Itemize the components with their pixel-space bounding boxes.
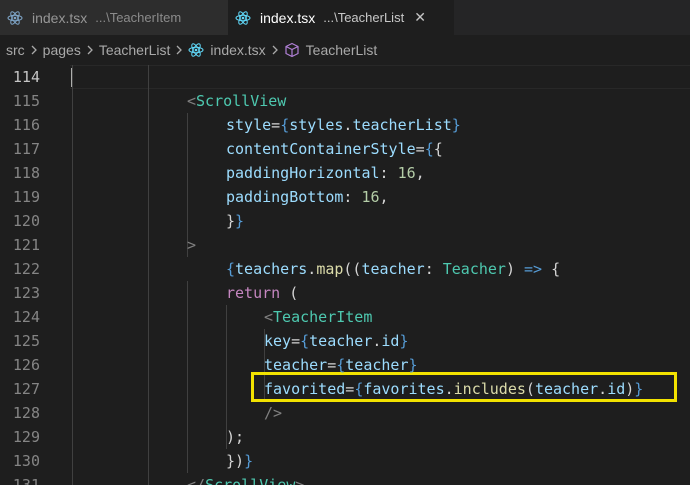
line-number: 131: [12, 476, 40, 485]
chevron-right-icon: [175, 44, 183, 56]
line-number: 128: [12, 404, 40, 422]
code-text: paddingHorizontal: 16,: [226, 164, 425, 182]
code-line: 126 teacher={teacher}: [0, 353, 690, 377]
react-icon: [234, 9, 252, 27]
line-number: 120: [12, 212, 40, 230]
code-text: <TeacherItem: [264, 308, 373, 326]
code-line: 127 favorited={favorites.includes(teacher…: [0, 377, 690, 401]
code-text: />: [264, 404, 283, 422]
code-text: </ScrollView>: [187, 476, 305, 485]
breadcrumb-teacherlist-folder[interactable]: TeacherList: [99, 42, 171, 58]
code-line: 123 return (: [0, 281, 690, 305]
chevron-right-icon: [86, 44, 94, 56]
code-text: return (: [226, 284, 299, 302]
line-number: 121: [12, 236, 40, 254]
code-line: 129);: [0, 425, 690, 449]
code-line: 119 paddingBottom: 16,: [0, 185, 690, 209]
tab-teacheritem-index[interactable]: index.tsx ...\TeacherItem: [0, 0, 228, 35]
code-text: );: [226, 428, 245, 446]
breadcrumb-pages[interactable]: pages: [43, 42, 81, 58]
code-text: {teachers.map((teacher: Teacher) => {: [226, 260, 561, 278]
code-line: 124 <TeacherItem: [0, 305, 690, 329]
tab-description: ...\TeacherList: [323, 10, 405, 25]
chevron-right-icon: [30, 44, 38, 56]
tab-filename: index.tsx: [260, 9, 316, 26]
line-number: 129: [12, 428, 40, 446]
code-text: }}: [226, 212, 245, 230]
tab-filename: index.tsx: [32, 9, 88, 26]
react-icon: [188, 42, 204, 58]
tab-teacherlist-index[interactable]: index.tsx ...\TeacherList ✕: [228, 0, 454, 35]
code-line: 114: [0, 65, 690, 89]
line-number: 117: [12, 140, 40, 158]
code-text: key={teacher.id}: [264, 332, 409, 350]
line-number: 130: [12, 452, 40, 470]
code-line: 120}}: [0, 209, 690, 233]
line-number: 116: [12, 116, 40, 134]
chevron-right-icon: [271, 44, 279, 56]
line-number: 115: [12, 92, 40, 110]
breadcrumb-file-label: index.tsx: [210, 42, 266, 58]
line-number: 118: [12, 164, 40, 182]
line-number: 119: [12, 188, 40, 206]
line-number: 122: [12, 260, 40, 278]
code-line: 125 key={teacher.id}: [0, 329, 690, 353]
code-line: 128 />: [0, 401, 690, 425]
code-line: 130})}: [0, 449, 690, 473]
breadcrumb-symbol[interactable]: TeacherList: [284, 42, 378, 58]
code-text: teacher={teacher}: [264, 356, 418, 374]
code-text: >: [187, 236, 197, 254]
line-number: 125: [12, 332, 40, 350]
line-number: 114: [12, 68, 40, 86]
breadcrumb-symbol-label: TeacherList: [305, 42, 378, 58]
code-line: 121 >: [0, 233, 690, 257]
code-text: style={styles.teacherList}: [226, 116, 461, 134]
line-number: 127: [12, 380, 40, 398]
breadcrumb: src pages TeacherList index.tsx TeacherL…: [0, 35, 690, 65]
code-text: contentContainerStyle={{: [226, 140, 443, 158]
code-text: favorited={favorites.includes(teacher.id…: [264, 380, 644, 398]
line-number: 123: [12, 284, 40, 302]
tab-description: ...\TeacherItem: [95, 10, 182, 25]
editor-tab-bar: index.tsx ...\TeacherItem index.tsx ...\…: [0, 0, 690, 35]
code-text: <ScrollView: [187, 92, 287, 110]
code-line: 131 </ScrollView>: [0, 473, 690, 485]
code-text: })}: [226, 452, 254, 470]
breadcrumb-src[interactable]: src: [6, 42, 25, 58]
code-editor[interactable]: 114 115 <ScrollView 116 style={styles.teache…: [0, 65, 690, 485]
code-line: 117 contentContainerStyle={{: [0, 137, 690, 161]
code-line: 116 style={styles.teacherList}: [0, 113, 690, 137]
cube-icon: [284, 42, 300, 58]
breadcrumb-file[interactable]: index.tsx: [188, 42, 266, 58]
close-icon[interactable]: ✕: [414, 9, 426, 26]
code-text: paddingBottom: 16,: [226, 188, 389, 206]
line-number: 124: [12, 308, 40, 326]
code-line: 118 paddingHorizontal: 16,: [0, 161, 690, 185]
react-icon: [6, 9, 24, 27]
line-number: 126: [12, 356, 40, 374]
code-line: 115 <ScrollView: [0, 89, 690, 113]
code-line: 122 {teachers.map((teacher: Teacher) => {: [0, 257, 690, 281]
